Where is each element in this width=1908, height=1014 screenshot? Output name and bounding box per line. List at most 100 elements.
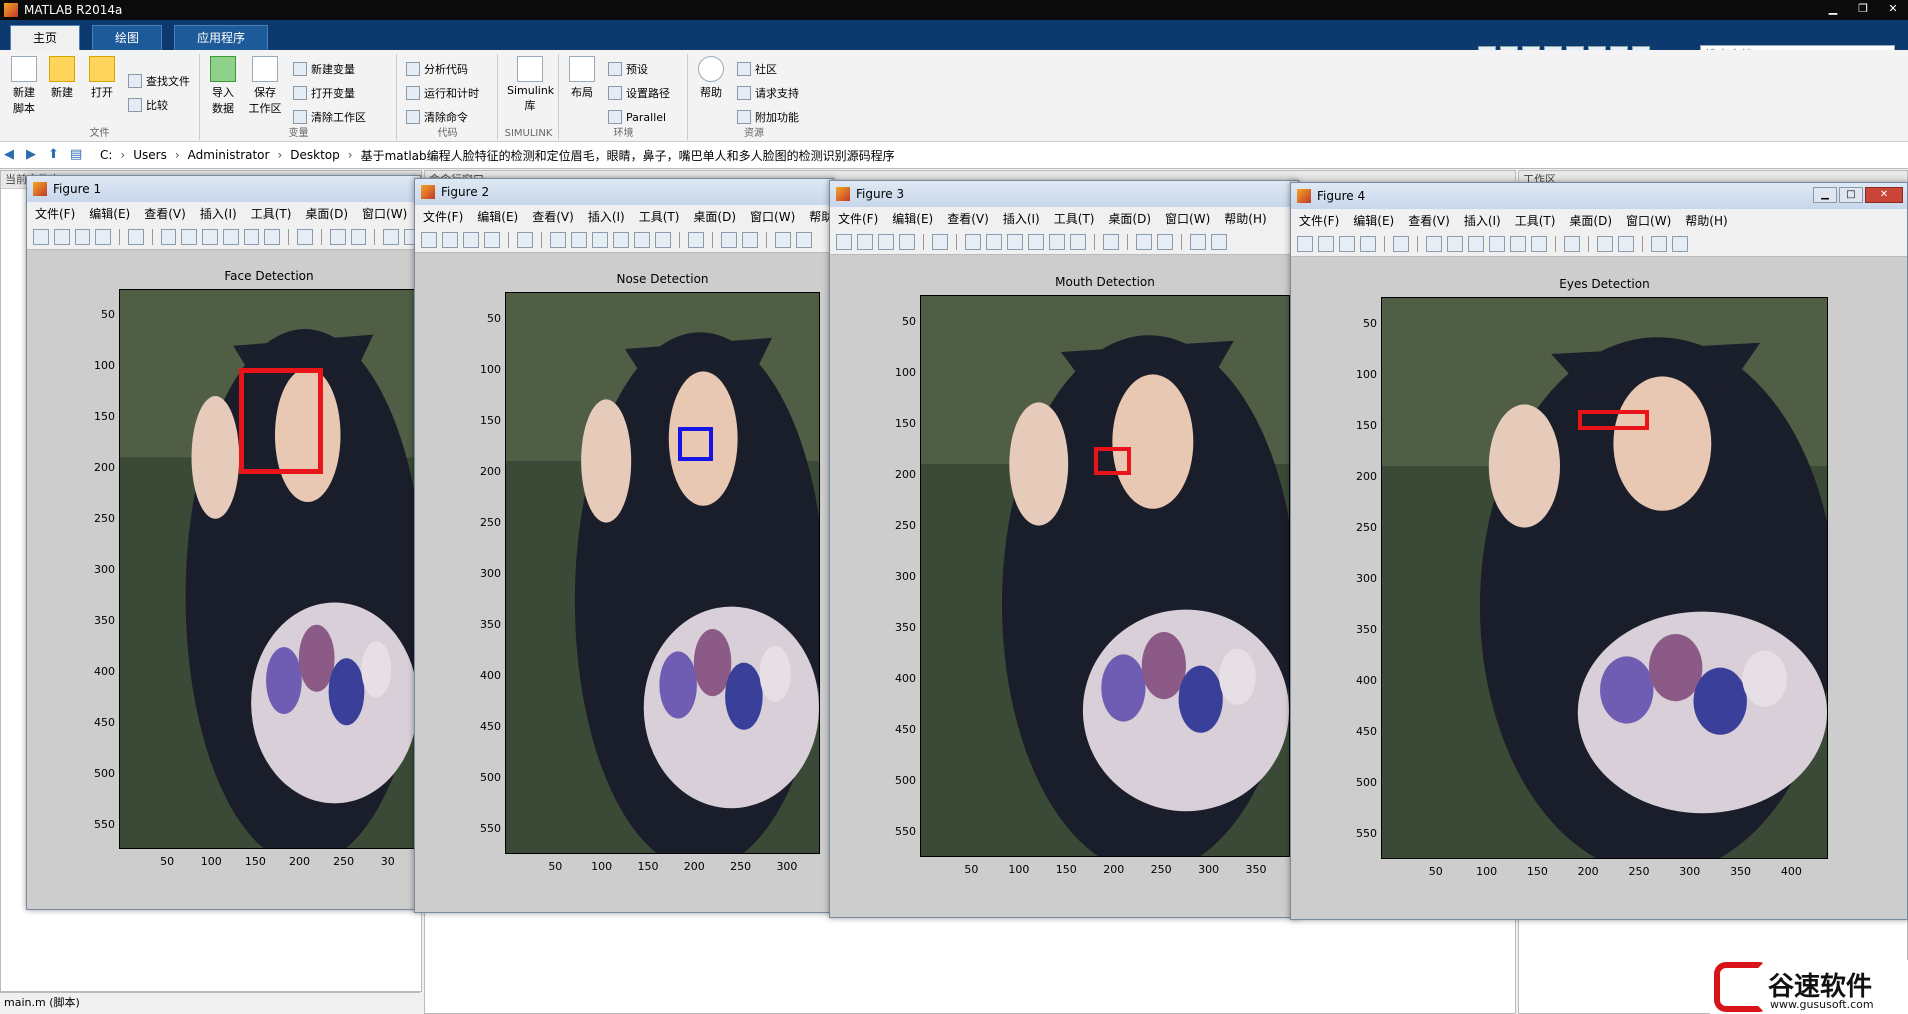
- link-icon[interactable]: [1564, 235, 1580, 252]
- pan-icon[interactable]: [592, 231, 608, 248]
- figure-menu-item[interactable]: 查看(V): [1408, 212, 1450, 229]
- pointer-icon[interactable]: [1393, 235, 1409, 252]
- figure-menu-item[interactable]: 桌面(D): [1569, 212, 1612, 229]
- close-button[interactable]: ✕: [1878, 0, 1908, 20]
- new-variable-button[interactable]: 新建变量: [293, 60, 355, 78]
- figure-menu-item[interactable]: 文件(F): [35, 205, 75, 222]
- figure-menu-item[interactable]: 插入(I): [200, 205, 237, 222]
- legend-icon[interactable]: [742, 231, 758, 248]
- figure-close-button[interactable]: ✕: [1865, 187, 1903, 203]
- legend-icon[interactable]: [1618, 235, 1634, 252]
- image-axes[interactable]: [920, 295, 1290, 857]
- show-plot-tools-icon[interactable]: [1672, 235, 1688, 252]
- figure-window-3[interactable]: Figure 3 文件(F) 编辑(E) 查看(V) 插入(I) 工具(T) 桌面(D) 窗口…: [829, 180, 1299, 918]
- figure-titlebar[interactable]: Figure 3: [830, 181, 1298, 207]
- data-cursor-icon[interactable]: [1049, 233, 1065, 250]
- save-icon[interactable]: [1339, 235, 1355, 252]
- figure-menu-item[interactable]: 查看(V): [532, 208, 574, 225]
- zoom-out-icon[interactable]: [571, 231, 587, 248]
- brush-icon[interactable]: [264, 228, 281, 245]
- open-file-icon[interactable]: [1318, 235, 1334, 252]
- preferences-button[interactable]: 预设: [608, 60, 648, 78]
- data-cursor-icon[interactable]: [634, 231, 650, 248]
- colorbar-icon[interactable]: [1136, 233, 1152, 250]
- figure-window-1[interactable]: Figure 1 文件(F) 编辑(E) 查看(V) 插入(I) 工具(T) 桌面(D) 窗口…: [26, 175, 421, 910]
- brush-icon[interactable]: [1070, 233, 1086, 250]
- link-icon[interactable]: [297, 228, 313, 245]
- figure-minimize-button[interactable]: ▁: [1813, 187, 1837, 203]
- pan-icon[interactable]: [202, 228, 218, 245]
- pan-icon[interactable]: [1007, 233, 1023, 250]
- pointer-icon[interactable]: [517, 231, 533, 248]
- figure-menu-item[interactable]: 窗口(W): [1626, 212, 1671, 229]
- legend-icon[interactable]: [1157, 233, 1173, 250]
- layout-button[interactable]: 布局: [562, 56, 602, 100]
- figure-menu-item[interactable]: 桌面(D): [1108, 210, 1151, 227]
- figure-menu-item[interactable]: 查看(V): [947, 210, 989, 227]
- colorbar-icon[interactable]: [329, 228, 346, 245]
- figure-menu-item[interactable]: 窗口(W): [750, 208, 795, 225]
- figure-menu-item[interactable]: 窗口(W): [362, 205, 407, 222]
- open-file-icon[interactable]: [857, 233, 873, 250]
- breadcrumb-desktop[interactable]: Desktop: [290, 148, 340, 162]
- import-data-button[interactable]: 导入 数据: [203, 56, 243, 116]
- figure-menu-item[interactable]: 帮助(H): [1685, 212, 1727, 229]
- save-icon[interactable]: [463, 231, 479, 248]
- pointer-icon[interactable]: [932, 233, 948, 250]
- save-icon[interactable]: [74, 228, 91, 245]
- zoom-in-icon[interactable]: [160, 228, 177, 245]
- figure-menu-item[interactable]: 桌面(D): [305, 205, 348, 222]
- zoom-out-icon[interactable]: [986, 233, 1002, 250]
- figure-menu-item[interactable]: 插入(I): [1464, 212, 1501, 229]
- help-button[interactable]: 帮助: [691, 56, 731, 100]
- zoom-in-icon[interactable]: [1426, 235, 1442, 252]
- address-bar[interactable]: ◀ ▶ ⬆ ▤ C: › Users › Administrator › Deskto…: [0, 142, 1908, 169]
- figure-titlebar[interactable]: Figure 2: [415, 179, 833, 205]
- new-figure-icon[interactable]: [1297, 235, 1313, 252]
- figure-menu-item[interactable]: 窗口(W): [1165, 210, 1210, 227]
- colorbar-icon[interactable]: [721, 231, 737, 248]
- figure-menu-item[interactable]: 文件(F): [838, 210, 878, 227]
- new-figure-icon[interactable]: [836, 233, 852, 250]
- new-script-button[interactable]: 新建 脚本: [4, 56, 44, 116]
- figure-menu-item[interactable]: 编辑(E): [89, 205, 130, 222]
- figure-menu-item[interactable]: 插入(I): [1003, 210, 1040, 227]
- open-file-icon[interactable]: [442, 231, 458, 248]
- browse-folder-icon[interactable]: ▤: [70, 147, 86, 163]
- open-file-icon[interactable]: [53, 228, 70, 245]
- rotate-icon[interactable]: [222, 228, 239, 245]
- simulink-library-button[interactable]: Simulink 库: [507, 56, 554, 113]
- hide-plot-tools-icon[interactable]: [1190, 233, 1206, 250]
- figure-menu-item[interactable]: 编辑(E): [1353, 212, 1394, 229]
- analyze-code-button[interactable]: 分析代码: [406, 60, 468, 78]
- figure-window-4[interactable]: Figure 4 ▁ □ ✕ 文件(F) 编辑(E) 查看(V) 插入(I) 工具(T) 桌面(D…: [1290, 182, 1908, 920]
- figure-maximize-button[interactable]: □: [1839, 187, 1863, 203]
- compare-button[interactable]: 比较: [128, 96, 168, 114]
- brush-icon[interactable]: [1531, 235, 1547, 252]
- legend-icon[interactable]: [350, 228, 367, 245]
- zoom-out-icon[interactable]: [1447, 235, 1463, 252]
- open-variable-button[interactable]: 打开变量: [293, 84, 355, 102]
- figure-menu-item[interactable]: 编辑(E): [477, 208, 518, 225]
- figure-menu-item[interactable]: 帮助(H): [1224, 210, 1266, 227]
- rotate-icon[interactable]: [1489, 235, 1505, 252]
- figure-menu-item[interactable]: 文件(F): [1299, 212, 1339, 229]
- open-button[interactable]: 打开: [82, 56, 122, 100]
- new-figure-icon[interactable]: [33, 228, 49, 245]
- request-support-button[interactable]: 请求支持: [737, 84, 799, 102]
- figure-menu-item[interactable]: 工具(T): [1515, 212, 1556, 229]
- figure-menu-item[interactable]: 插入(I): [588, 208, 625, 225]
- print-icon[interactable]: [1360, 235, 1376, 252]
- breadcrumb-administrator[interactable]: Administrator: [188, 148, 270, 162]
- back-icon[interactable]: ◀: [4, 147, 20, 163]
- new-button[interactable]: 新建: [42, 56, 82, 100]
- minimize-button[interactable]: ▁: [1818, 0, 1848, 20]
- figure-window-2[interactable]: Figure 2 文件(F) 编辑(E) 查看(V) 插入(I) 工具(T) 桌面(D) 窗口…: [414, 178, 834, 913]
- data-cursor-icon[interactable]: [243, 228, 260, 245]
- set-path-button[interactable]: 设置路径: [608, 84, 670, 102]
- figure-menu-item[interactable]: 编辑(E): [892, 210, 933, 227]
- rotate-icon[interactable]: [1028, 233, 1044, 250]
- tab-home[interactable]: 主页: [10, 25, 81, 50]
- figure-menu-item[interactable]: 工具(T): [1054, 210, 1095, 227]
- zoom-out-icon[interactable]: [181, 228, 198, 245]
